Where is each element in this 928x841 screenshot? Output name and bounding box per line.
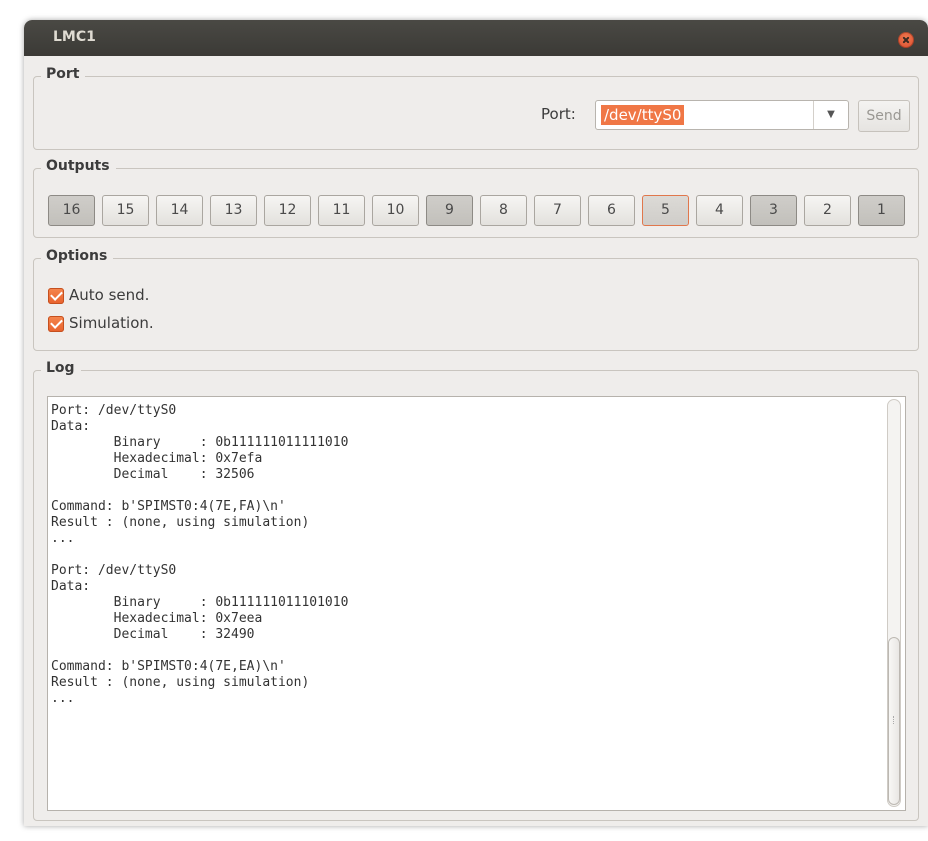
log-scrollbar[interactable] bbox=[885, 397, 904, 810]
auto-send-label: Auto send. bbox=[69, 286, 150, 304]
chevron-down-icon[interactable]: ▼ bbox=[813, 101, 848, 129]
output-button-16[interactable]: 16 bbox=[48, 195, 95, 226]
output-button-13[interactable]: 13 bbox=[210, 195, 257, 226]
options-group: Options Auto send. Simulation. bbox=[33, 248, 919, 351]
port-input[interactable]: /dev/ttyS0 bbox=[601, 105, 685, 125]
title-bar[interactable]: LMC1 bbox=[24, 20, 928, 56]
simulation-checkbox[interactable] bbox=[48, 316, 64, 332]
auto-send-checkbox[interactable] bbox=[48, 288, 64, 304]
outputs-group: Outputs 16 15 14 13 12 11 10 9 8 7 6 5 4 3 2 1 bbox=[33, 158, 919, 238]
send-button[interactable]: Send bbox=[858, 100, 910, 132]
output-button-11[interactable]: 11 bbox=[318, 195, 365, 226]
output-button-7[interactable]: 7 bbox=[534, 195, 581, 226]
output-button-1[interactable]: 1 bbox=[858, 195, 905, 226]
close-icon[interactable] bbox=[898, 32, 914, 48]
output-button-3[interactable]: 3 bbox=[750, 195, 797, 226]
output-button-12[interactable]: 12 bbox=[264, 195, 311, 226]
app-window: LMC1 Port Port: /dev/ttyS0 ▼ Send Output… bbox=[24, 20, 928, 826]
log-group-title: Log bbox=[41, 360, 81, 376]
output-button-6[interactable]: 6 bbox=[588, 195, 635, 226]
port-label: Port: bbox=[541, 105, 576, 123]
output-button-2[interactable]: 2 bbox=[804, 195, 851, 226]
output-button-14[interactable]: 14 bbox=[156, 195, 203, 226]
output-button-10[interactable]: 10 bbox=[372, 195, 419, 226]
log-textarea[interactable]: Port: /dev/ttyS0 Data: Binary : 0b111111… bbox=[47, 396, 906, 811]
output-button-15[interactable]: 15 bbox=[102, 195, 149, 226]
window-title: LMC1 bbox=[53, 29, 96, 45]
simulation-label: Simulation. bbox=[69, 314, 154, 332]
output-button-5[interactable]: 5 bbox=[642, 195, 689, 226]
scrollbar-thumb[interactable] bbox=[888, 637, 900, 805]
options-group-title: Options bbox=[41, 248, 114, 264]
port-combobox[interactable]: /dev/ttyS0 ▼ bbox=[595, 100, 849, 130]
log-text: Port: /dev/ttyS0 Data: Binary : 0b111111… bbox=[51, 403, 349, 706]
port-group-title: Port bbox=[41, 66, 86, 82]
output-button-9[interactable]: 9 bbox=[426, 195, 473, 226]
log-group: Log Port: /dev/ttyS0 Data: Binary : 0b11… bbox=[33, 360, 919, 821]
port-group: Port Port: /dev/ttyS0 ▼ Send bbox=[33, 66, 919, 150]
outputs-group-title: Outputs bbox=[41, 158, 116, 174]
output-button-4[interactable]: 4 bbox=[696, 195, 743, 226]
grip-icon bbox=[893, 716, 896, 724]
output-button-8[interactable]: 8 bbox=[480, 195, 527, 226]
